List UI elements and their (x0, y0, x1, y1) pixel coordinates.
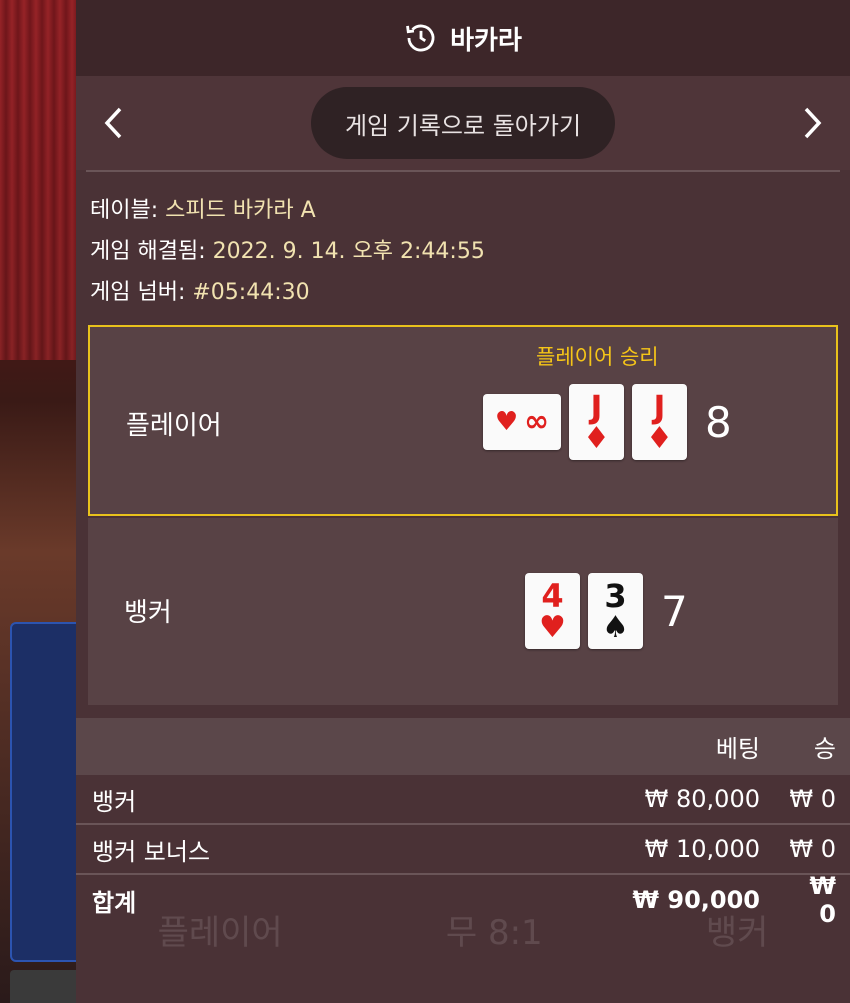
win-amount: ₩ 0 (789, 835, 836, 863)
banker-cards: 4 ♥ 3 ♠ 7 (525, 573, 688, 649)
playing-card: 4 ♥ (525, 573, 580, 649)
win-column-header: 승 (813, 735, 836, 763)
total-label: 합계 (92, 888, 137, 917)
chevron-right-icon[interactable] (792, 103, 832, 143)
card-rank: 4 (541, 577, 564, 615)
card-suit: ♦ (646, 421, 673, 456)
back-to-history-button[interactable]: 게임 기록으로 돌아가기 (310, 87, 616, 159)
table-info: 테이블: 스피드 바카라 A (90, 190, 836, 231)
playing-card: ♥ ∞ (483, 394, 561, 450)
game-number-info: 게임 넘버: #05:44:30 (90, 272, 836, 313)
card-suit: ♦ (583, 421, 610, 456)
game-number-value: #05:44:30 (192, 280, 310, 305)
game-info: 테이블: 스피드 바카라 A 게임 해결됨: 2022. 9. 14. 오후 2… (76, 172, 850, 313)
playing-card: 3 ♠ (588, 573, 643, 649)
bets-table-header: 베팅 승 (76, 718, 850, 775)
table-label: 테이블: (90, 198, 159, 223)
banker-score: 7 (661, 586, 688, 636)
background-curtain (0, 0, 76, 360)
table-value: 스피드 바카라 A (165, 198, 316, 223)
table-row: 뱅커 보너스 ₩ 10,000 ₩ 0 (76, 825, 850, 875)
player-cards: ♥ ∞ J ♦ J ♦ 8 (483, 384, 732, 460)
total-win-amount: ₩ 0 (809, 872, 836, 928)
playing-card: J ♦ (632, 384, 687, 460)
total-bet-amount: ₩ 90,000 (632, 886, 760, 914)
winner-text: 플레이어 승리 (536, 345, 659, 369)
table-row: 뱅커 ₩ 80,000 ₩ 0 (76, 775, 850, 825)
card-rank: J (653, 388, 666, 426)
playing-card: J ♦ (569, 384, 624, 460)
navigation-row: 게임 기록으로 돌아가기 (76, 76, 850, 170)
chevron-left-icon[interactable] (94, 103, 134, 143)
card-rank: 3 (604, 577, 627, 615)
banker-label: 뱅커 (124, 598, 172, 628)
history-panel: 바카라 게임 기록으로 돌아가기 테이블: 스피드 바카라 A 게임 해결됨: … (76, 0, 850, 1003)
win-amount: ₩ 0 (789, 785, 836, 813)
card-suit: ♠ (602, 610, 629, 645)
page-title: 바카라 (450, 25, 522, 56)
card-suit: ♥ (494, 407, 519, 437)
resolved-value: 2022. 9. 14. 오후 2:44:55 (212, 239, 485, 264)
banker-result: 뱅커 4 ♥ 3 ♠ 7 (88, 518, 838, 705)
resolved-label: 게임 해결됨: (90, 239, 206, 264)
total-row: 합계 ₩ 90,000 ₩ 0 (76, 872, 850, 928)
bet-amount: ₩ 80,000 (644, 785, 760, 813)
bet-name: 뱅커 보너스 (92, 837, 211, 866)
card-rank: J (590, 388, 603, 426)
history-icon (404, 21, 438, 55)
player-result: 플레이어 승리 플레이어 ♥ ∞ J ♦ J ♦ 8 (88, 325, 838, 516)
game-number-label: 게임 넘버: (90, 280, 186, 305)
player-label: 플레이어 (126, 411, 222, 441)
bets-table: 베팅 승 뱅커 ₩ 80,000 ₩ 0 뱅커 보너스 ₩ 10,000 ₩ 0… (76, 718, 850, 928)
panel-header: 바카라 (76, 0, 850, 76)
bet-column-header: 베팅 (715, 735, 760, 763)
bet-amount: ₩ 10,000 (644, 835, 760, 863)
card-suit: ♥ (539, 610, 566, 645)
player-score: 8 (705, 397, 732, 447)
resolved-info: 게임 해결됨: 2022. 9. 14. 오후 2:44:55 (90, 231, 836, 272)
bet-name: 뱅커 (92, 787, 137, 816)
card-rank: ∞ (524, 404, 550, 439)
